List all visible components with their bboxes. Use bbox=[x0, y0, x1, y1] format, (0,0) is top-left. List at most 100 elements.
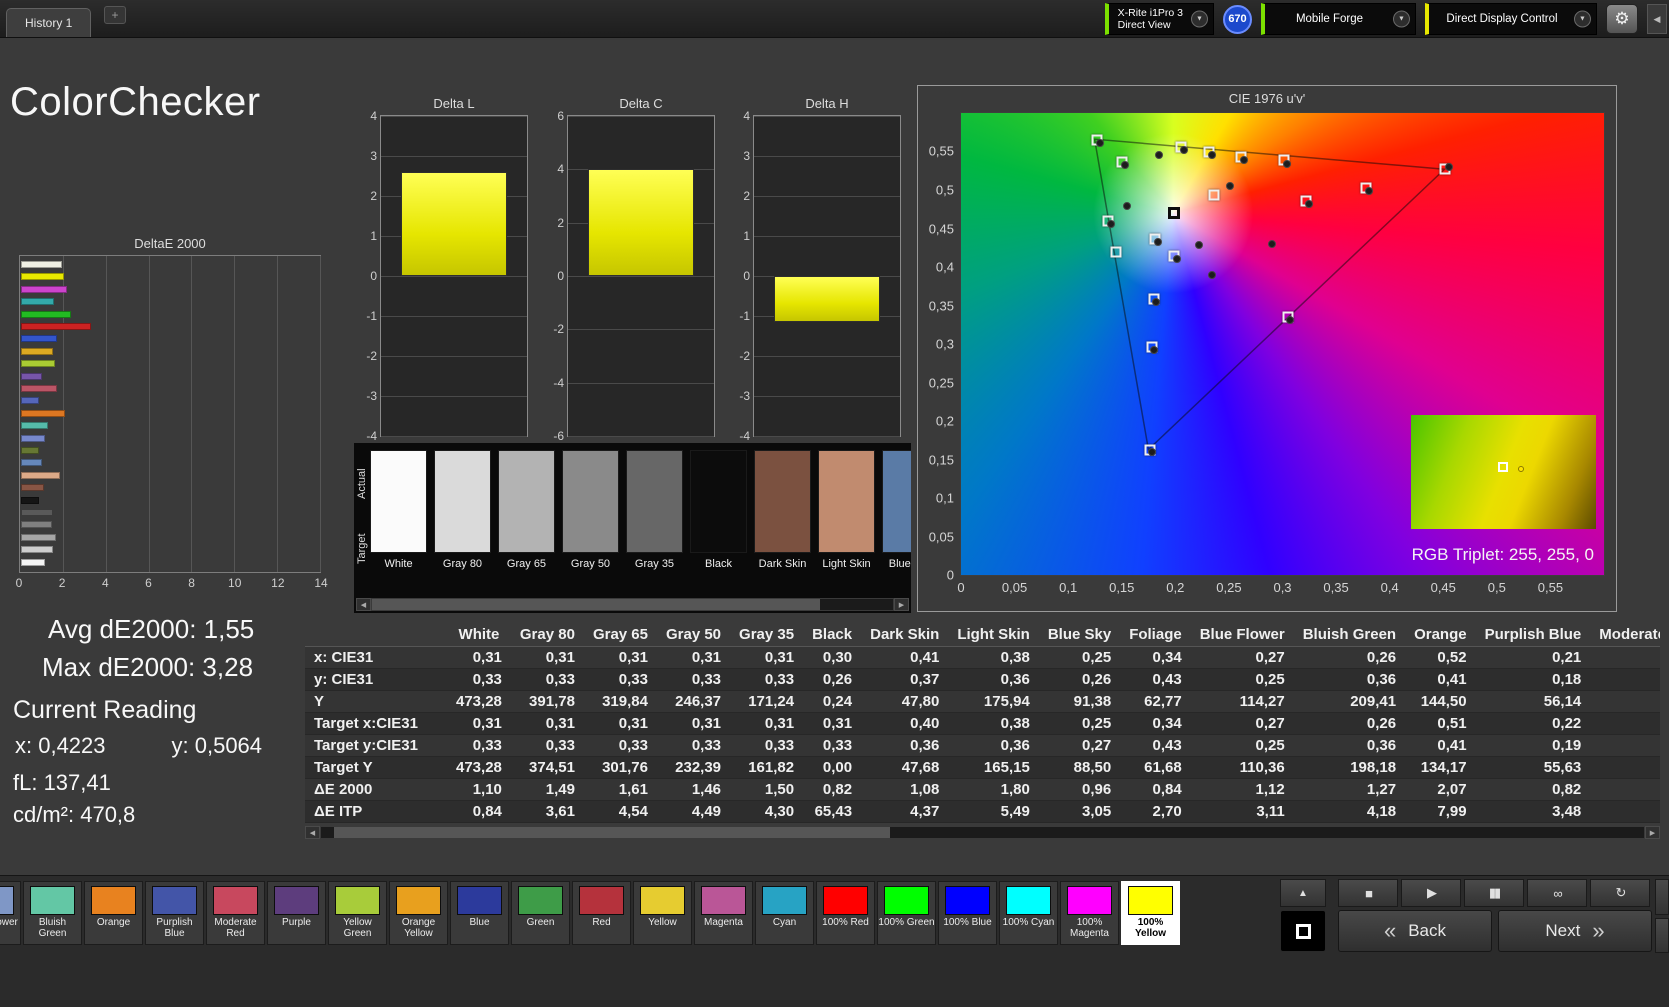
axis-tick-label: 3 bbox=[743, 149, 750, 163]
display-control-dropdown[interactable]: Direct Display Control ▼ bbox=[1425, 3, 1597, 35]
table-cell: 0,31 bbox=[1590, 668, 1660, 691]
axis-tick-label: 12 bbox=[271, 576, 285, 590]
patch-button-100-green[interactable]: 100% Green bbox=[877, 881, 936, 945]
loop-icon: ↻ bbox=[1615, 885, 1627, 900]
scrollbar-track[interactable] bbox=[320, 826, 1645, 839]
edge-tile[interactable] bbox=[1655, 879, 1669, 915]
scroll-right-icon[interactable]: ▶ bbox=[894, 598, 909, 611]
patch-button-moderate-red[interactable]: Moderate Red bbox=[206, 881, 265, 945]
patch-button-100-magenta[interactable]: 100% Magenta bbox=[1060, 881, 1119, 945]
axis-tick-label: 10 bbox=[228, 576, 242, 590]
table-cell: 0,27 bbox=[1190, 646, 1294, 669]
table-cell: 0,51 bbox=[1405, 712, 1476, 735]
patch-button-green[interactable]: Green bbox=[511, 881, 570, 945]
table-cell: 62,77 bbox=[1120, 690, 1191, 713]
patch-button-blue-flower[interactable]: Blue Flower bbox=[0, 881, 21, 945]
table-cell: 0,27 bbox=[1038, 734, 1121, 757]
patch-label: Cyan bbox=[772, 917, 797, 928]
play-button[interactable]: ▶ bbox=[1401, 879, 1461, 907]
patch-button-red[interactable]: Red bbox=[572, 881, 631, 945]
table-cell: 110,36 bbox=[1190, 756, 1294, 779]
reference-swatch: Gray 65 bbox=[498, 450, 555, 570]
patch-button-cyan[interactable]: Cyan bbox=[755, 881, 814, 945]
axis-tick-label: -2 bbox=[553, 322, 564, 337]
patch-button-purple[interactable]: Purple bbox=[267, 881, 326, 945]
table-cell: 1,49 bbox=[510, 778, 584, 801]
scrollbar-thumb[interactable] bbox=[372, 599, 821, 610]
row-label: ΔE ITP bbox=[305, 800, 447, 823]
avg-de2000-readout: Avg dE2000: 1,55 bbox=[48, 614, 255, 644]
deltae-bar bbox=[21, 335, 58, 343]
delta-bar bbox=[401, 172, 507, 276]
pattern-source-dropdown[interactable]: Mobile Forge ▼ bbox=[1261, 3, 1416, 35]
patch-button-100-blue[interactable]: 100% Blue bbox=[938, 881, 997, 945]
axis-tick-label: 4 bbox=[101, 576, 109, 590]
patch-button-magenta[interactable]: Magenta bbox=[694, 881, 753, 945]
strip-row-labels: Actual Target bbox=[355, 451, 369, 581]
chevron-down-icon[interactable]: ▼ bbox=[1191, 10, 1208, 28]
table-cell: 473,28 bbox=[447, 690, 511, 713]
stop-button[interactable]: ■ bbox=[1338, 879, 1398, 907]
column-header: Foliage bbox=[1120, 624, 1191, 647]
table-cell: 65,43 bbox=[803, 800, 862, 823]
table-cell: 61,68 bbox=[1120, 756, 1191, 779]
loop-button[interactable]: ↻ bbox=[1590, 879, 1650, 907]
column-header: Orange bbox=[1405, 624, 1476, 647]
scroll-right-icon[interactable]: ▶ bbox=[1645, 826, 1660, 839]
expand-patches-button[interactable]: ▲ bbox=[1280, 879, 1326, 907]
patch-button-100-yellow[interactable]: 100% Yellow bbox=[1121, 881, 1180, 945]
table-cell: 1,46 bbox=[656, 778, 731, 801]
chevron-down-icon[interactable]: ▼ bbox=[1574, 10, 1591, 28]
tab-history-1[interactable]: History 1 bbox=[6, 8, 92, 37]
reference-swatch: Gray 50 bbox=[562, 450, 619, 570]
table-cell: 0,33 bbox=[583, 734, 657, 757]
deltae-bar bbox=[21, 323, 92, 330]
axis-tick-label: -4 bbox=[553, 375, 564, 390]
axis-tick-label: 6 bbox=[557, 109, 564, 123]
scrollbar-thumb[interactable] bbox=[334, 827, 890, 838]
patch-swatch bbox=[823, 886, 868, 915]
patch-button-yellow[interactable]: Yellow bbox=[633, 881, 692, 945]
table-cell: 3,48 bbox=[1475, 800, 1591, 823]
axis-tick-label: -4 bbox=[366, 429, 377, 443]
pause-button[interactable]: ▮▮ bbox=[1464, 879, 1524, 907]
gridline bbox=[234, 256, 236, 572]
patch-button-100-red[interactable]: 100% Red bbox=[816, 881, 875, 945]
patch-button-orange-yellow[interactable]: Orange Yellow bbox=[389, 881, 448, 945]
axis-tick-label: 0,05 bbox=[928, 529, 954, 544]
patch-button-100-cyan[interactable]: 100% Cyan bbox=[999, 881, 1058, 945]
table-cell: 0,31 bbox=[447, 712, 511, 735]
table-cell: 0,36 bbox=[948, 668, 1039, 691]
axis-tick-label: -3 bbox=[366, 389, 377, 403]
patch-button-bluish-green[interactable]: Bluish Green bbox=[23, 881, 82, 945]
table-cell: 1,08 bbox=[861, 778, 949, 801]
gear-icon[interactable]: ⚙ bbox=[1606, 4, 1638, 34]
patch-swatch bbox=[640, 886, 685, 915]
meter-count-badge[interactable]: 670 bbox=[1223, 4, 1252, 34]
add-tab-button[interactable]: + bbox=[104, 6, 126, 24]
gridline bbox=[754, 356, 900, 357]
table-cell: 47,68 bbox=[861, 756, 949, 779]
patch-button-yellow-green[interactable]: Yellow Green bbox=[328, 881, 387, 945]
back-button[interactable]: « Back bbox=[1338, 910, 1492, 952]
infinity-button[interactable]: ∞ bbox=[1527, 879, 1587, 907]
scrollbar-track[interactable] bbox=[371, 598, 894, 611]
cie-point-measured bbox=[1123, 202, 1132, 211]
rgb-marker-icon bbox=[1497, 461, 1508, 472]
chevron-down-icon[interactable]: ▼ bbox=[1393, 10, 1410, 28]
patch-button-orange[interactable]: Orange bbox=[84, 881, 143, 945]
patch-button-purplish-blue[interactable]: Purplish Blue bbox=[145, 881, 204, 945]
scroll-left-icon[interactable]: ◀ bbox=[356, 598, 371, 611]
gridline bbox=[381, 436, 527, 437]
swatch-label: White bbox=[384, 558, 413, 570]
meter-dropdown[interactable]: X-Rite i1Pro 3 Direct View ▼ bbox=[1104, 3, 1214, 35]
collapse-panel-icon[interactable]: ◀ bbox=[1647, 4, 1667, 34]
swatch-label: Black bbox=[705, 558, 732, 570]
scroll-left-icon[interactable]: ◀ bbox=[305, 826, 320, 839]
next-button[interactable]: Next » bbox=[1498, 910, 1652, 952]
edge-tile[interactable] bbox=[1655, 917, 1669, 953]
table-cell: 4,49 bbox=[656, 800, 731, 823]
patch-button-blue[interactable]: Blue bbox=[450, 881, 509, 945]
pattern-window-button[interactable] bbox=[1280, 910, 1326, 952]
axis-tick-label: 0,45 bbox=[1430, 580, 1456, 595]
